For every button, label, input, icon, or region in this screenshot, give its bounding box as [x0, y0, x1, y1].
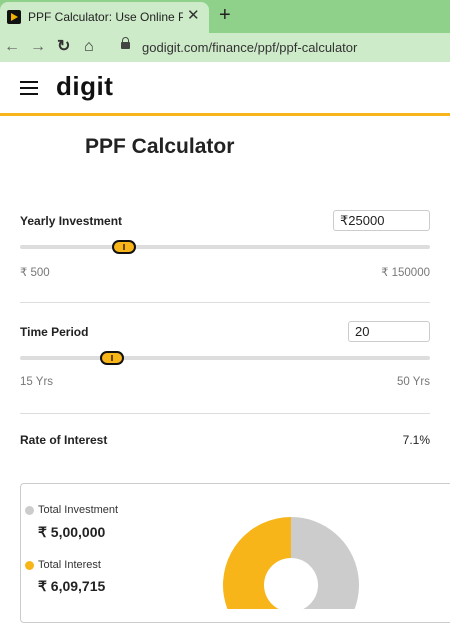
rate-of-interest-value: 7.1%	[402, 433, 430, 447]
home-icon[interactable]: ⌂	[84, 36, 94, 58]
yearly-investment-input[interactable]	[333, 210, 430, 231]
total-investment-slice	[291, 517, 359, 609]
time-period-min: 15 Yrs	[20, 376, 54, 388]
logo[interactable]: digit	[56, 71, 113, 102]
total-interest-dot	[25, 561, 34, 570]
yearly-investment-slider-thumb[interactable]	[112, 240, 136, 254]
yearly-investment-label: Yearly Investment	[20, 214, 123, 228]
site-header: digit	[0, 62, 450, 116]
tab-title: PPF Calculator: Use Online PPF Calc	[28, 10, 183, 24]
favicon-icon	[7, 10, 21, 24]
total-investment-dot	[25, 506, 34, 515]
yearly-investment-slider[interactable]	[20, 245, 430, 249]
page-title: PPF Calculator	[85, 135, 235, 158]
browser-tab-strip: PPF Calculator: Use Online PPF Calc ✕ +	[0, 0, 450, 33]
new-tab-icon[interactable]: +	[219, 3, 231, 27]
time-period-input[interactable]	[348, 321, 430, 342]
url-field[interactable]: godigit.com/finance/ppf/ppf-calculator	[142, 40, 357, 55]
time-period-slider[interactable]	[20, 356, 430, 360]
browser-tab[interactable]: PPF Calculator: Use Online PPF Calc ✕	[0, 2, 209, 33]
time-period-label: Time Period	[20, 325, 89, 339]
total-investment-label: Total Investment	[38, 504, 119, 516]
yearly-investment-min: ₹ 500	[20, 267, 50, 279]
reload-icon[interactable]: ↻	[57, 36, 70, 58]
close-tab-icon[interactable]: ✕	[187, 8, 200, 24]
rate-of-interest-label: Rate of Interest	[20, 433, 108, 447]
total-interest-label: Total Interest	[38, 559, 101, 571]
menu-icon[interactable]	[20, 81, 38, 95]
total-interest-amount: ₹ 6,09,715	[38, 578, 106, 594]
yearly-investment-max: ₹ 150000	[381, 267, 430, 279]
divider	[20, 413, 430, 414]
address-bar: ← → ↻ ⌂ godigit.com/finance/ppf/ppf-calc…	[0, 33, 450, 62]
forward-icon[interactable]: →	[30, 36, 46, 58]
investment-donut-chart	[223, 517, 359, 609]
time-period-max: 50 Yrs	[396, 376, 430, 388]
total-investment-amount: ₹ 5,00,000	[38, 524, 106, 540]
divider	[20, 302, 430, 303]
back-icon[interactable]: ←	[4, 36, 20, 58]
time-period-slider-thumb[interactable]	[100, 351, 124, 365]
lock-icon[interactable]	[121, 37, 130, 49]
